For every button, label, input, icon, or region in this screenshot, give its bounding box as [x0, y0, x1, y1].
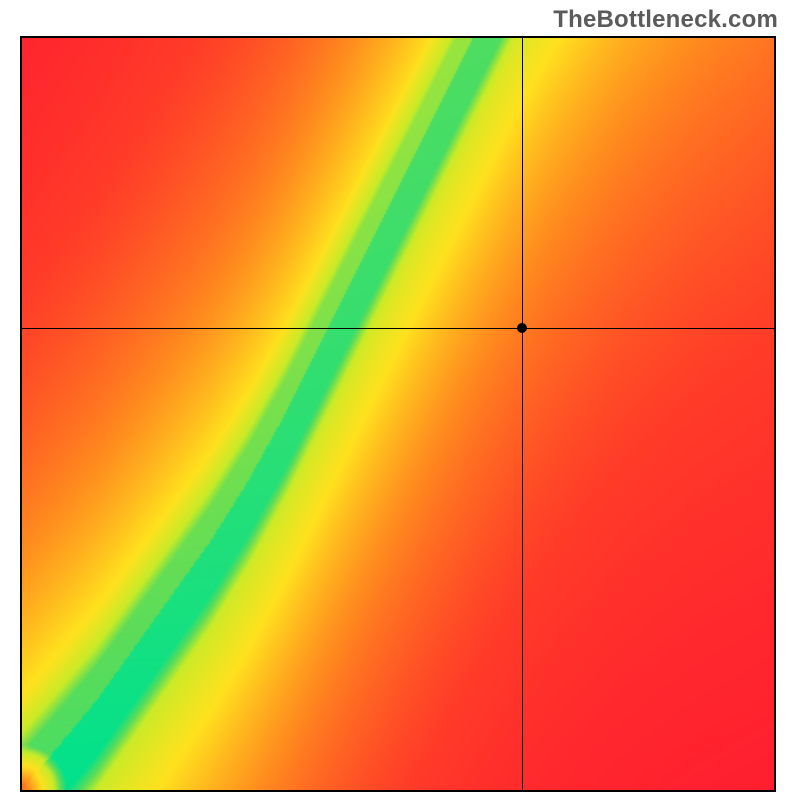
heatmap-canvas [22, 38, 774, 790]
crosshair-vertical [522, 38, 523, 790]
crosshair-dot [517, 323, 527, 333]
chart-frame [20, 36, 776, 792]
watermark-text: TheBottleneck.com [553, 6, 778, 34]
chart-container: TheBottleneck.com [0, 0, 800, 800]
crosshair-horizontal [22, 328, 774, 329]
